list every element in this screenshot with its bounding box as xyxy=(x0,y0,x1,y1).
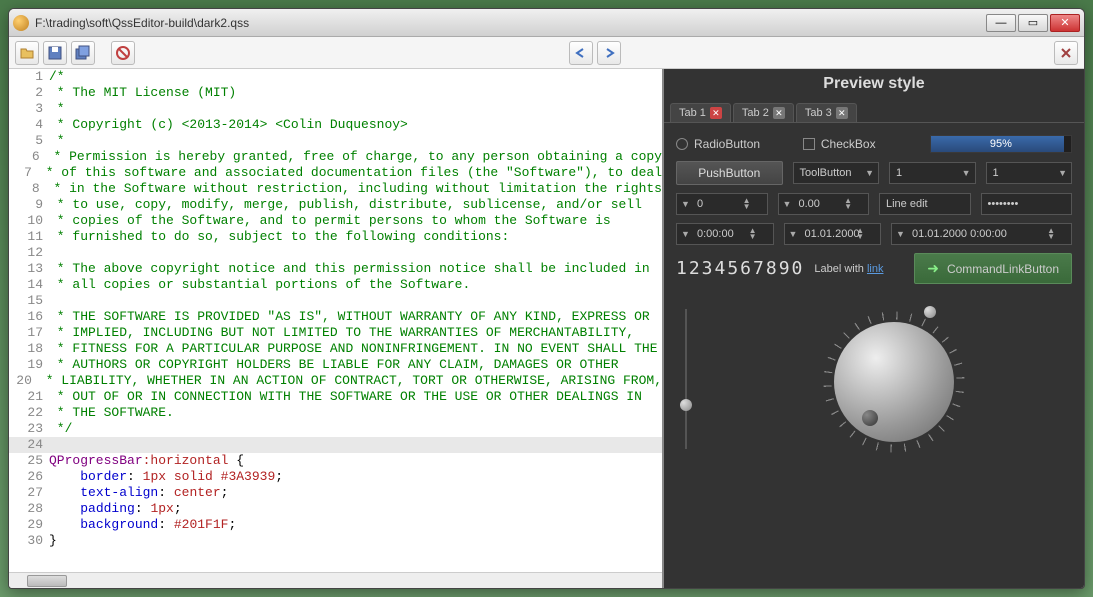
maximize-button[interactable]: ▭ xyxy=(1018,14,1048,32)
close-button[interactable]: ✕ xyxy=(1050,14,1080,32)
chevron-down-icon: ▼ xyxy=(962,168,971,178)
code-line[interactable]: 23 */ xyxy=(9,421,662,437)
window-title: F:\trading\soft\QssEditor-build\dark2.qs… xyxy=(35,16,984,30)
spin-arrows-icon[interactable]: ▲▼ xyxy=(844,198,852,210)
tab-2[interactable]: Tab 2✕ xyxy=(733,103,794,122)
code-line[interactable]: 14 * all copies or substantial portions … xyxy=(9,277,662,293)
main-window: F:\trading\soft\QssEditor-build\dark2.qs… xyxy=(8,8,1085,589)
code-line[interactable]: 30} xyxy=(9,533,662,549)
undo-button[interactable] xyxy=(569,41,593,65)
code-line[interactable]: 18 * FITNESS FOR A PARTICULAR PURPOSE AN… xyxy=(9,341,662,357)
combo-2[interactable]: 1▼ xyxy=(986,162,1073,184)
tab-close-icon[interactable]: ✕ xyxy=(773,107,785,119)
app-icon xyxy=(13,15,29,31)
chevron-down-icon: ▼ xyxy=(1058,168,1067,178)
checkbox-indicator-icon xyxy=(803,138,815,150)
progress-bar: 95% xyxy=(930,135,1072,153)
code-line[interactable]: 3 * xyxy=(9,101,662,117)
code-line[interactable]: 26 border: 1px solid #3A3939; xyxy=(9,469,662,485)
code-line[interactable]: 2 * The MIT License (MIT) xyxy=(9,85,662,101)
dial[interactable] xyxy=(834,322,954,442)
code-line[interactable]: 11 * furnished to do so, subject to the … xyxy=(9,229,662,245)
code-line[interactable]: 25QProgressBar:horizontal { xyxy=(9,453,662,469)
time-edit[interactable]: ▼0:00:00▲▼ xyxy=(676,223,774,245)
code-editor[interactable]: 1/*2 * The MIT License (MIT)3 *4 * Copyr… xyxy=(9,69,662,572)
code-line[interactable]: 24 xyxy=(9,437,662,453)
editor-pane: 1/*2 * The MIT License (MIT)3 *4 * Copyr… xyxy=(9,69,664,588)
radio-indicator-icon xyxy=(676,138,688,150)
chevron-down-icon: ▼ xyxy=(896,229,905,239)
spin-arrows-icon[interactable]: ▲▼ xyxy=(749,228,757,240)
label-with-link: Label with link xyxy=(814,263,904,275)
slider-handle-icon[interactable] xyxy=(680,399,692,411)
code-line[interactable]: 16 * THE SOFTWARE IS PROVIDED "AS IS", W… xyxy=(9,309,662,325)
saveall-button[interactable] xyxy=(71,41,95,65)
code-line[interactable]: 22 * THE SOFTWARE. xyxy=(9,405,662,421)
code-line[interactable]: 13 * The above copyright notice and this… xyxy=(9,261,662,277)
code-line[interactable]: 8 * in the Software without restriction,… xyxy=(9,181,662,197)
chevron-down-icon: ▼ xyxy=(681,199,690,209)
arrow-right-icon: ➜ xyxy=(927,260,939,277)
code-line[interactable]: 21 * OUT OF OR IN CONNECTION WITH THE SO… xyxy=(9,389,662,405)
code-line[interactable]: 27 text-align: center; xyxy=(9,485,662,501)
spinbox-double[interactable]: ▼0.00▲▼ xyxy=(778,193,870,215)
radio-button[interactable]: RadioButton xyxy=(676,137,793,151)
toolbar xyxy=(9,37,1084,69)
code-line[interactable]: 5 * xyxy=(9,133,662,149)
tab-close-icon[interactable]: ✕ xyxy=(836,107,848,119)
tab-1[interactable]: Tab 1✕ xyxy=(670,103,731,122)
chevron-down-icon: ▼ xyxy=(681,229,690,239)
password-edit[interactable]: •••••••• xyxy=(981,193,1073,215)
code-line[interactable]: 1/* xyxy=(9,69,662,85)
spin-arrows-icon[interactable]: ▲▼ xyxy=(856,228,864,240)
code-line[interactable]: 29 background: #201F1F; xyxy=(9,517,662,533)
save-button[interactable] xyxy=(43,41,67,65)
code-line[interactable]: 17 * IMPLIED, INCLUDING BUT NOT LIMITED … xyxy=(9,325,662,341)
checkbox[interactable]: CheckBox xyxy=(803,137,920,151)
spinbox-int[interactable]: ▼0▲▼ xyxy=(676,193,768,215)
code-line[interactable]: 20 * LIABILITY, WHETHER IN AN ACTION OF … xyxy=(9,373,662,389)
code-line[interactable]: 4 * Copyright (c) <2013-2014> <Colin Duq… xyxy=(9,117,662,133)
preview-pane: Preview style Tab 1✕ Tab 2✕ Tab 3✕ Radio… xyxy=(664,69,1084,588)
chevron-down-icon: ▼ xyxy=(789,229,798,239)
datetime-edit[interactable]: ▼01.01.2000 0:00:00▲▼ xyxy=(891,223,1072,245)
push-button[interactable]: PushButton xyxy=(676,161,783,185)
chevron-down-icon: ▼ xyxy=(865,168,874,178)
code-line[interactable]: 6 * Permission is hereby granted, free o… xyxy=(9,149,662,165)
preview-title: Preview style xyxy=(664,69,1084,99)
stop-button[interactable] xyxy=(111,41,135,65)
code-line[interactable]: 19 * AUTHORS OR COPYRIGHT HOLDERS BE LIA… xyxy=(9,357,662,373)
spin-arrows-icon[interactable]: ▲▼ xyxy=(743,198,751,210)
line-edit[interactable]: Line edit xyxy=(879,193,971,215)
redo-button[interactable] xyxy=(597,41,621,65)
open-button[interactable] xyxy=(15,41,39,65)
tab-bar: Tab 1✕ Tab 2✕ Tab 3✕ xyxy=(664,99,1084,123)
horizontal-scrollbar[interactable] xyxy=(9,572,662,588)
code-line[interactable]: 12 xyxy=(9,245,662,261)
lcd-display: 1234567890 xyxy=(676,258,804,279)
titlebar[interactable]: F:\trading\soft\QssEditor-build\dark2.qs… xyxy=(9,9,1084,37)
code-line[interactable]: 9 * to use, copy, modify, merge, publish… xyxy=(9,197,662,213)
close-editor-button[interactable] xyxy=(1054,41,1078,65)
minimize-button[interactable]: — xyxy=(986,14,1016,32)
date-edit[interactable]: ▼01.01.2000▲▼ xyxy=(784,223,882,245)
tab-close-icon[interactable]: ✕ xyxy=(710,107,722,119)
tool-button[interactable]: ToolButton▼ xyxy=(793,162,880,184)
link[interactable]: link xyxy=(867,263,884,275)
code-line[interactable]: 15 xyxy=(9,293,662,309)
chevron-down-icon: ▼ xyxy=(783,199,792,209)
spin-arrows-icon[interactable]: ▲▼ xyxy=(1047,228,1055,240)
command-link-button[interactable]: ➜CommandLinkButton xyxy=(914,253,1072,284)
code-line[interactable]: 7 * of this software and associated docu… xyxy=(9,165,662,181)
combo-1[interactable]: 1▼ xyxy=(889,162,976,184)
vertical-slider[interactable] xyxy=(676,309,696,449)
code-line[interactable]: 10 * copies of the Software, and to perm… xyxy=(9,213,662,229)
code-line[interactable]: 28 padding: 1px; xyxy=(9,501,662,517)
tab-3[interactable]: Tab 3✕ xyxy=(796,103,857,122)
